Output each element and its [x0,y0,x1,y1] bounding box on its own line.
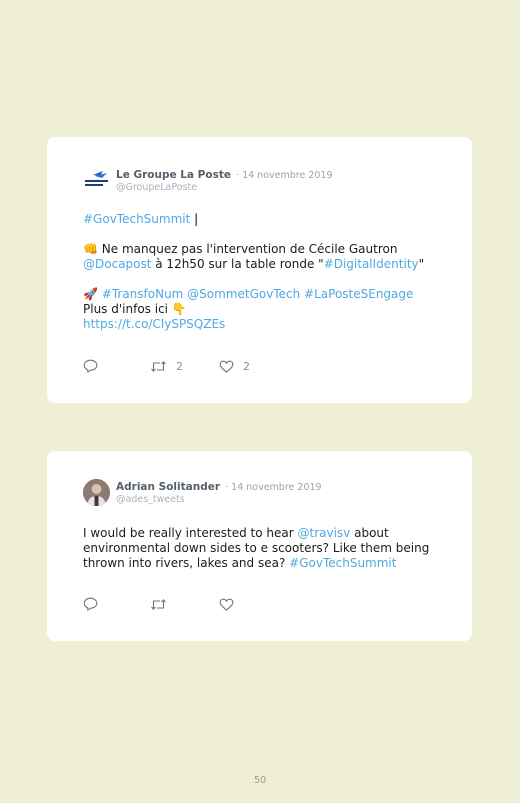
reply-button[interactable] [83,597,150,611]
hashtag-link[interactable]: #GovTechSummit [83,212,190,226]
tweet-header: Adrian Solitander · 14 novembre 2019 @ad… [83,479,322,506]
hashtag-links[interactable]: #TransfoNum @SommetGovTech #LaPosteSEnga… [98,287,414,301]
retweet-icon [151,598,166,610]
tweet-actions: 2 2 [83,359,279,373]
mention-link[interactable]: @travisv [298,526,351,540]
text-segment: à 12h50 sur la table ronde " [151,257,324,271]
like-count: 2 [243,359,250,373]
retweet-icon [151,360,166,372]
tweet-text: I would be really interested to hear @tr… [83,526,452,571]
author-handle[interactable]: @ades_tweets [116,494,322,506]
retweet-button[interactable] [150,598,219,611]
url-link[interactable]: https://t.co/ClySPSQZEs [83,317,225,331]
user-avatar[interactable] [83,479,110,506]
text-segment: about [350,526,389,540]
text-segment: I would be really interested to hear [83,526,298,540]
tweet-card-2: Adrian Solitander · 14 novembre 2019 @ad… [47,451,472,641]
reply-icon [83,597,98,611]
retweet-count: 2 [176,359,183,373]
author-name[interactable]: Le Groupe La Poste [116,169,231,181]
text-segment: " [418,257,425,271]
reply-button[interactable] [83,359,150,373]
text-segment: Ne manquez pas l'intervention de Cécile … [97,242,398,256]
tweet-date[interactable]: · 14 novembre 2019 [225,482,321,493]
la-poste-logo[interactable] [83,167,110,194]
text-segment: Plus d'infos ici [83,302,172,316]
page-number: 50 [253,775,267,786]
pointing-down-emoji-icon: 👇 [171,302,187,316]
tweet-card-1: Le Groupe La Poste · 14 novembre 2019 @G… [47,137,472,403]
author-name[interactable]: Adrian Solitander [116,481,220,493]
rocket-emoji-icon: 🚀 [83,287,98,301]
text-cursor: | [190,212,199,226]
tweet-actions [83,597,279,611]
heart-icon [219,598,234,611]
author-handle[interactable]: @GroupeLaPoste [116,182,333,194]
text-segment: thrown into rivers, lakes and sea? [83,556,290,570]
tweet-header: Le Groupe La Poste · 14 novembre 2019 @G… [83,167,333,194]
hashtag-link[interactable]: #GovTechSummit [289,556,396,570]
retweet-button[interactable]: 2 [150,360,219,373]
heart-icon [219,360,234,373]
hashtag-link[interactable]: #DigitalIdentity [324,257,419,271]
mention-link[interactable]: @Docapost [83,257,151,271]
fist-emoji-icon: 👊 [83,242,98,256]
reply-icon [83,359,98,373]
text-segment: environmental down sides to e scooters? … [83,541,430,555]
tweet-date[interactable]: · 14 novembre 2019 [236,170,332,181]
like-button[interactable] [219,598,279,611]
like-button[interactable]: 2 [219,360,279,373]
tweet-text: #GovTechSummit | 👊 Ne manquez pas l'inte… [83,212,452,332]
